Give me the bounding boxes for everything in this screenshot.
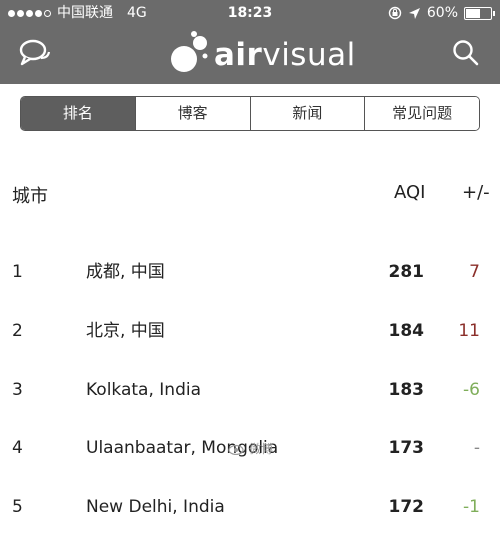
airvisual-logo-mark xyxy=(171,31,208,72)
city-name: 成都, 中国 xyxy=(86,262,165,282)
rank-number: 2 xyxy=(12,321,23,341)
tab-news[interactable]: 新闻 xyxy=(249,97,365,130)
aqi-value: 184 xyxy=(388,321,425,341)
airvisual-logo: airvisual xyxy=(166,30,356,80)
chat-icon xyxy=(19,39,51,66)
segmented-tabs: 排名 博客 新闻 常见问题 xyxy=(20,96,480,131)
aqi-value: 172 xyxy=(388,497,425,517)
rank-number: 5 xyxy=(12,497,23,517)
rotation-lock-icon xyxy=(388,6,402,20)
city-name: New Delhi, India xyxy=(86,497,225,517)
chat-button[interactable] xyxy=(16,36,56,72)
rank-change: - xyxy=(473,438,480,458)
change-column-header[interactable]: +/- xyxy=(462,182,490,203)
search-button[interactable] xyxy=(448,36,484,72)
ranking-row[interactable]: 2 北京, 中国 184 11 xyxy=(0,311,500,351)
city-name: Kolkata, India xyxy=(86,380,201,400)
rank-change: -6 xyxy=(463,380,480,400)
aqi-value: 173 xyxy=(388,438,425,458)
tab-ranking[interactable]: 排名 xyxy=(21,97,135,130)
tab-faq[interactable]: 常见问题 xyxy=(364,97,479,130)
weibo-watermark: 微博 xyxy=(228,440,273,457)
rank-number: 1 xyxy=(12,262,23,282)
battery-percent: 60% xyxy=(426,5,458,21)
search-icon xyxy=(453,40,479,66)
city-column-header: 城市 xyxy=(12,186,48,207)
weibo-eye-icon xyxy=(228,444,244,455)
status-right: 60% xyxy=(388,0,495,26)
watermark-text: 微博 xyxy=(249,442,274,456)
logo-wordmark-air: air xyxy=(214,37,263,73)
logo-wordmark: airvisual xyxy=(214,37,356,73)
rank-change: -1 xyxy=(463,497,480,517)
ranking-row[interactable]: 1 成都, 中国 281 7 xyxy=(0,252,500,292)
tab-blog[interactable]: 博客 xyxy=(134,97,250,130)
rank-change: 7 xyxy=(469,262,480,282)
aqi-column-header[interactable]: AQI xyxy=(394,182,425,203)
ranking-row[interactable]: 3 Kolkata, India 183 -6 xyxy=(0,370,500,410)
rank-number: 4 xyxy=(12,438,23,458)
aqi-value: 183 xyxy=(388,380,425,400)
location-arrow-icon xyxy=(408,7,420,19)
rank-number: 3 xyxy=(12,380,23,400)
city-name: 北京, 中国 xyxy=(86,321,165,341)
status-bar: 中国联通 4G 18:23 60% xyxy=(0,0,500,26)
aqi-value: 281 xyxy=(388,262,425,282)
battery-icon xyxy=(464,6,495,20)
rank-change: 11 xyxy=(458,321,480,341)
logo-wordmark-visual: visual xyxy=(262,37,356,73)
ranking-row[interactable]: 5 New Delhi, India 172 -1 xyxy=(0,487,500,527)
app-header: 中国联通 4G 18:23 60% airvisual xyxy=(0,0,500,84)
nav-bar: airvisual xyxy=(0,26,500,84)
